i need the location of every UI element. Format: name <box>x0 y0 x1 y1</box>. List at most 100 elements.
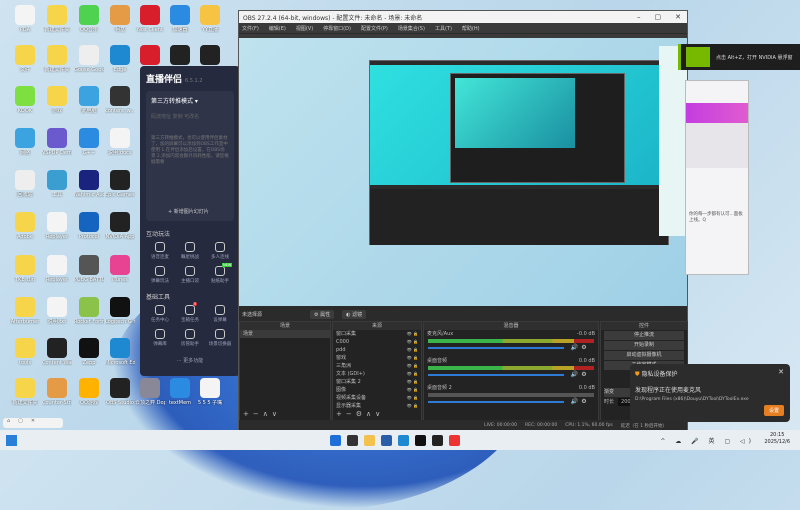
menu-item[interactable]: 配置文件(P) <box>361 25 388 32</box>
nvidia-notification[interactable]: 点击 Alt+Z，打开 NVIDIA 悬浮窗 <box>678 44 800 70</box>
desktop-icon[interactable]: 云顶之弈 Dopoplo <box>135 378 165 406</box>
source-item[interactable]: 窗戏 👁 🔒 <box>333 354 421 362</box>
gear-icon[interactable]: ⚙ <box>581 371 586 378</box>
source-item[interactable]: C000 👁 🔒 <box>333 338 421 346</box>
desktop-icon[interactable]: 回收站 <box>10 170 40 198</box>
desktop-icon[interactable]: QQ音乐 <box>74 5 104 33</box>
feature-interact[interactable]: NEW 贴纸助手 <box>206 263 234 284</box>
visibility-lock-icons[interactable]: 👁 🔒 <box>407 346 421 354</box>
menu-item[interactable]: 文件(F) <box>242 25 259 32</box>
desktop-icon[interactable]: Epic Games Launcher <box>105 170 135 198</box>
desktop-icon[interactable]: Counter-Strike Global Offensive <box>42 378 72 406</box>
feature-tools[interactable]: 房管助手 <box>176 329 204 347</box>
volume-slider[interactable] <box>428 373 564 376</box>
desktop-icon[interactable]: 说明.txt <box>42 297 72 325</box>
maximize-button[interactable]: ▢ <box>655 13 662 21</box>
taskbar-app-icon[interactable] <box>415 434 426 446</box>
desktop-icon[interactable]: Content Warning <box>42 338 72 366</box>
gear-icon[interactable]: ⚙ <box>581 398 586 405</box>
feature-interact[interactable]: 多人连线 <box>206 242 234 260</box>
minimized-window-controls[interactable]: ⌂▢✕ <box>3 418 63 428</box>
desktop-icon[interactable]: Replayer <box>42 212 72 240</box>
visibility-lock-icons[interactable]: 👁 🔒 <box>407 378 421 386</box>
clock[interactable]: 20:15 2025/12/6 <box>764 432 790 446</box>
muted-speaker-icon[interactable]: 🔊 <box>571 398 578 405</box>
desktop-icon[interactable]: 柯基 <box>105 5 135 33</box>
desktop-icon[interactable]: Zepp <box>74 338 104 366</box>
menu-item[interactable]: 停靠窗口(D) <box>323 25 351 32</box>
desktop-icon[interactable]: 网络 <box>10 128 40 156</box>
taskbar-app-icon[interactable] <box>330 434 341 446</box>
source-item[interactable]: 窗口采集 2 👁 🔒 <box>333 378 421 386</box>
close-notification-icon[interactable]: ✕ <box>778 368 784 376</box>
menu-item[interactable]: 场景集合(S) <box>398 25 425 32</box>
visibility-lock-icons[interactable]: 👁 🔒 <box>407 338 421 346</box>
feature-interact[interactable]: 语音连麦 <box>146 242 174 260</box>
desktop-icon[interactable]: 新建文件夹 <box>10 378 40 406</box>
desktop-icon[interactable]: 5 5 5 子嘴 <box>195 378 225 406</box>
banner-image[interactable] <box>686 103 748 123</box>
minimize-button[interactable]: – <box>637 13 641 21</box>
desktop-icon[interactable]: Nahimic Audio <box>74 170 104 198</box>
desktop-icon[interactable]: PDA <box>10 5 40 33</box>
taskbar-app-icon[interactable] <box>449 434 460 446</box>
visibility-lock-icons[interactable]: 👁 🔒 <box>407 370 421 378</box>
scene-controls[interactable]: +−∧∨ <box>240 410 330 420</box>
desktop-icon[interactable]: QQ游戏 <box>74 378 104 406</box>
source-item[interactable]: 窗口采集 👁 🔒 <box>333 330 421 338</box>
visibility-lock-icons[interactable]: 👁 🔒 <box>407 394 421 402</box>
visibility-lock-icons[interactable]: 👁 🔒 <box>407 330 421 338</box>
desktop-icon[interactable]: 工具 <box>42 170 72 198</box>
desktop-icon[interactable]: Protocol <box>74 212 104 240</box>
source-controls[interactable]: +−⚙∧∨ <box>333 410 421 420</box>
control-button[interactable]: 启动虚拟摄像机 <box>604 351 684 360</box>
desktop-icon[interactable]: Afterburner <box>10 297 40 325</box>
volume-slider[interactable] <box>428 400 564 403</box>
system-tray[interactable]: ^ ☁ 🎤 英 ▢ ◁) <box>660 436 755 445</box>
source-item[interactable]: 三角洲 👁 🔒 <box>333 362 421 370</box>
desktop-icon[interactable]: 说明.docx <box>105 128 135 156</box>
desktop-icon[interactable]: PUBG BATTLEGROUNDS <box>74 255 104 283</box>
properties-button[interactable]: ⚙ 属性 <box>310 309 335 319</box>
desktop-icon[interactable]: G++ <box>74 128 104 156</box>
source-item[interactable]: pdd 👁 🔒 <box>333 346 421 354</box>
obs-preview[interactable] <box>239 34 687 306</box>
taskbar-app-icon[interactable] <box>398 434 409 446</box>
source-item[interactable]: 图像 👁 🔒 <box>333 386 421 394</box>
desktop-icon[interactable]: Rocket Fortress <box>74 297 104 325</box>
visibility-lock-icons[interactable]: 👁 🔒 <box>407 354 421 362</box>
desktop-icon[interactable]: 文件 <box>10 45 40 73</box>
settings-button[interactable]: 设置 <box>763 405 784 416</box>
desktop-icon[interactable]: VSPDP Demo <box>42 128 72 156</box>
desktop-icon[interactable]: NVIDIA App <box>105 212 135 240</box>
desktop-icon[interactable]: textMem <box>165 378 195 406</box>
desktop-icon[interactable]: TKE_Bin <box>10 255 40 283</box>
desktop-icon[interactable]: Logitech G HUB <box>105 297 135 325</box>
taskbar-app-icon[interactable] <box>364 434 375 446</box>
feature-tools[interactable]: 弹幕库 <box>146 329 174 347</box>
gear-icon[interactable]: ⚙ <box>581 344 586 351</box>
desktop-icon[interactable]: 新建文件夹 <box>42 5 72 33</box>
desktop-icon[interactable]: Nox Client <box>135 5 165 33</box>
desktop-icon[interactable]: Goose Goose Duck <box>74 45 104 73</box>
desktop-icon[interactable]: 游戏 <box>42 86 72 114</box>
desktop-icon[interactable]: 加速器 <box>165 5 195 33</box>
feature-interact[interactable]: 瞩星挑战 <box>176 242 204 260</box>
add-slide-button[interactable]: + 新增图片幻灯片 <box>168 208 209 215</box>
desktop-icon[interactable]: 新建文件夹 <box>42 45 72 73</box>
desktop-icon[interactable]: OBS Studio <box>105 378 135 406</box>
mode-dropdown[interactable]: 第三方转推模式 ▾ <box>151 96 229 105</box>
source-item[interactable]: 视频采集设备 👁 🔒 <box>333 394 421 402</box>
feature-tools[interactable]: 场景切换器 <box>206 329 234 347</box>
visibility-lock-icons[interactable]: 👁 🔒 <box>407 402 421 410</box>
menu-item[interactable]: 视图(V) <box>296 25 313 32</box>
feature-tools[interactable]: 设弹幕 <box>206 305 234 323</box>
filters-button[interactable]: ◐ 滤镜 <box>342 309 367 319</box>
speaker-icon[interactable]: 🔊 <box>571 371 578 378</box>
speaker-icon[interactable]: 🔊 <box>571 344 578 351</box>
control-button[interactable]: 停止推流 <box>604 331 684 340</box>
source-item[interactable]: 文本 (GDI+) 👁 🔒 <box>333 370 421 378</box>
desktop-icon[interactable]: tools <box>10 338 40 366</box>
desktop-icon[interactable]: Replayer <box>42 255 72 283</box>
menu-item[interactable]: 帮助(H) <box>462 25 480 32</box>
